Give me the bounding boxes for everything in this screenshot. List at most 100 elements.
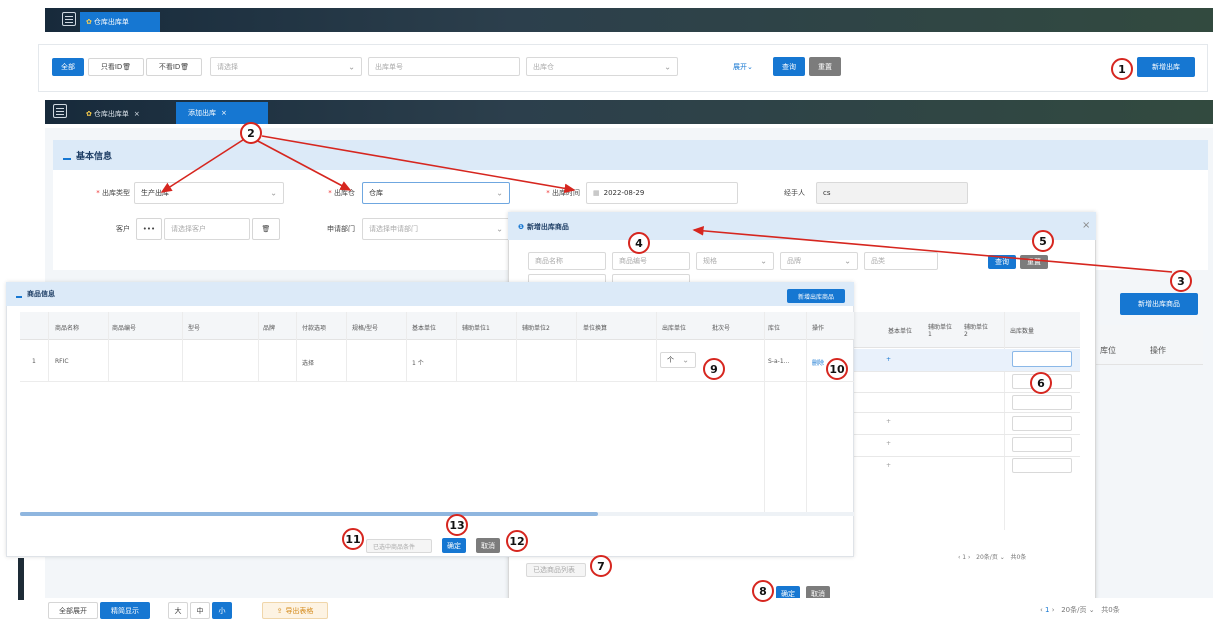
goods-col-location: 库位 bbox=[768, 325, 781, 332]
size-small-button[interactable]: 小 bbox=[212, 602, 232, 619]
top-nav-bar bbox=[45, 8, 1213, 32]
row-plus-icon[interactable]: + bbox=[886, 462, 891, 469]
goods-row-location: S-a-1... bbox=[768, 358, 790, 365]
goods-row-out-unit-select[interactable]: 个 ⌄ bbox=[660, 352, 696, 368]
modal-brand-select[interactable]: 品牌 ⌄ bbox=[780, 252, 858, 270]
warehouse-field[interactable]: 仓库 ⌄ bbox=[362, 182, 510, 204]
annotation-badge-13: 13 bbox=[446, 514, 468, 536]
expand-all-button[interactable]: 全部展开 bbox=[48, 602, 98, 619]
modal-spec-select[interactable]: 规格 ⌄ bbox=[696, 252, 774, 270]
filter-exclude-mine-button[interactable]: 不看ID🗑 bbox=[146, 58, 202, 76]
goods-confirm-button[interactable]: 确定 bbox=[442, 538, 466, 553]
star-icon: ✿ bbox=[86, 110, 92, 118]
annotation-badge-12: 12 bbox=[506, 530, 528, 552]
goods-col-aux-2: 辅助单位2 bbox=[522, 325, 550, 332]
row-plus-icon[interactable]: + bbox=[886, 418, 891, 425]
goods-col-name: 商品名称 bbox=[55, 325, 80, 332]
modal-goods-name-input[interactable]: 商品名称 bbox=[528, 252, 606, 270]
menu-icon[interactable] bbox=[62, 12, 76, 26]
annotation-badge-4: 4 bbox=[628, 232, 650, 254]
goods-scrollbar-thumb[interactable] bbox=[20, 512, 598, 516]
trash-icon[interactable]: 🗑 bbox=[252, 218, 280, 240]
chart-icon bbox=[63, 150, 71, 160]
annotation-badge-6: 6 bbox=[1030, 372, 1052, 394]
out-qty-input[interactable] bbox=[1012, 437, 1072, 452]
filter-select[interactable]: 请选择 ⌄ bbox=[210, 57, 362, 76]
export-table-button[interactable]: ⇪ 导出表格 bbox=[262, 602, 328, 619]
table-row[interactable] bbox=[20, 340, 854, 382]
modal-category-input[interactable]: 品类 bbox=[864, 252, 938, 270]
modal-col-out-qty: 出库数量 bbox=[1010, 328, 1035, 335]
modal-selected-list[interactable]: 已选商品列表 bbox=[526, 563, 586, 577]
out-qty-input[interactable] bbox=[1012, 351, 1072, 367]
goods-col-model: 型号 bbox=[188, 325, 201, 332]
out-qty-input[interactable] bbox=[1012, 395, 1072, 410]
expand-link[interactable]: 展开⌄ bbox=[733, 62, 753, 72]
basic-info-header: 基本信息 bbox=[53, 140, 1208, 170]
goods-row-option: 选择 bbox=[302, 360, 315, 367]
out-qty-input[interactable] bbox=[1012, 458, 1072, 473]
chevron-down-icon: ⌄ bbox=[348, 62, 355, 71]
goods-row-base-unit: 1 个 bbox=[412, 360, 424, 367]
goods-row-delete-link[interactable]: 删除 bbox=[812, 358, 824, 367]
modal-title: ❶ 新增出库商品 bbox=[518, 223, 569, 231]
right-col-location: 库位 bbox=[1100, 346, 1116, 355]
outbound-time-picker[interactable]: ▦ 2022-08-29 bbox=[586, 182, 738, 204]
modal-pager[interactable]: ‹ 1 › 20条/页 ⌄ 共0条 bbox=[958, 552, 1026, 561]
warehouse-select[interactable]: 出库仓 ⌄ bbox=[526, 57, 678, 76]
handler-field: cs bbox=[816, 182, 968, 204]
modal-reset-button[interactable]: 重置 bbox=[1020, 255, 1048, 269]
close-icon[interactable]: × bbox=[134, 110, 140, 118]
tab-warehouse-outbound[interactable]: ✿ 仓库出库单 bbox=[80, 12, 160, 32]
calendar-icon: ▦ bbox=[593, 189, 600, 197]
customer-more-button[interactable]: ••• bbox=[136, 218, 162, 240]
annotation-badge-1: 1 bbox=[1111, 58, 1133, 80]
goods-selected-list[interactable]: 已选中商品条件 bbox=[366, 539, 432, 553]
size-large-button[interactable]: 大 bbox=[168, 602, 188, 619]
filter-only-mine-button[interactable]: 只看ID🗑 bbox=[88, 58, 144, 76]
modal-header bbox=[508, 212, 1096, 240]
customer-label: 客户 bbox=[116, 225, 130, 233]
outbound-time-label: * 出库时间 bbox=[546, 189, 580, 197]
menu-icon[interactable] bbox=[53, 104, 67, 118]
goods-col-operation: 操作 bbox=[812, 325, 825, 332]
new-outbound-button[interactable]: 新增出库 bbox=[1137, 57, 1195, 77]
outbound-type-label: * 出库类型 bbox=[96, 189, 130, 197]
outbound-type-select[interactable]: 生产出库 ⌄ bbox=[134, 182, 284, 204]
goods-col-batch: 批次号 bbox=[712, 325, 731, 332]
tab-add-outbound[interactable]: 添加出库 × bbox=[176, 102, 268, 124]
close-icon[interactable]: × bbox=[221, 109, 227, 117]
search-button[interactable]: 查询 bbox=[773, 57, 805, 76]
dept-label: 申请部门 bbox=[327, 225, 355, 233]
row-plus-icon[interactable]: + bbox=[886, 356, 891, 363]
bottom-pager[interactable]: ‹ 1 › 20条/页 ⌄ 共0条 bbox=[1040, 605, 1120, 615]
goods-col-code: 商品编号 bbox=[112, 325, 137, 332]
goods-cancel-button[interactable]: 取消 bbox=[476, 538, 500, 553]
modal-col-base-unit: 基本单位 bbox=[888, 328, 913, 335]
tab-warehouse-outbound-2[interactable]: ✿ 仓库出库单 × bbox=[80, 104, 176, 124]
order-number-input[interactable]: 出库单号 bbox=[368, 57, 520, 76]
goods-col-out-unit: 出库单位 bbox=[662, 325, 687, 332]
out-qty-input[interactable] bbox=[1012, 416, 1072, 431]
goods-info-header: 商品信息 bbox=[6, 282, 854, 306]
reset-button[interactable]: 重置 bbox=[809, 57, 841, 76]
annotation-badge-2: 2 bbox=[240, 122, 262, 144]
customer-input[interactable]: 请选择客户 bbox=[164, 218, 250, 240]
chevron-down-icon: ⌄ bbox=[496, 224, 503, 234]
right-add-goods-button[interactable]: 新增出库商品 bbox=[1120, 293, 1198, 315]
annotation-badge-8: 8 bbox=[752, 580, 774, 602]
modal-goods-code-input[interactable]: 商品编号 bbox=[612, 252, 690, 270]
goods-col-brand: 品牌 bbox=[263, 325, 276, 332]
goods-col-spec: 规格/型号 bbox=[352, 325, 379, 332]
compact-view-button[interactable]: 精简显示 bbox=[100, 602, 150, 619]
row-plus-icon[interactable]: + bbox=[886, 440, 891, 447]
goods-add-button[interactable]: 新增出库商品 bbox=[787, 289, 845, 303]
filter-all-button[interactable]: 全部 bbox=[52, 58, 84, 76]
size-medium-button[interactable]: 中 bbox=[190, 602, 210, 619]
goods-row-index: 1 bbox=[32, 358, 36, 365]
close-icon[interactable]: × bbox=[1082, 220, 1090, 231]
dept-select[interactable]: 请选择申请部门 ⌄ bbox=[362, 218, 510, 240]
goods-col-aux-1: 辅助单位1 bbox=[462, 325, 490, 332]
annotation-badge-3: 3 bbox=[1170, 270, 1192, 292]
modal-search-button[interactable]: 查询 bbox=[988, 255, 1016, 269]
